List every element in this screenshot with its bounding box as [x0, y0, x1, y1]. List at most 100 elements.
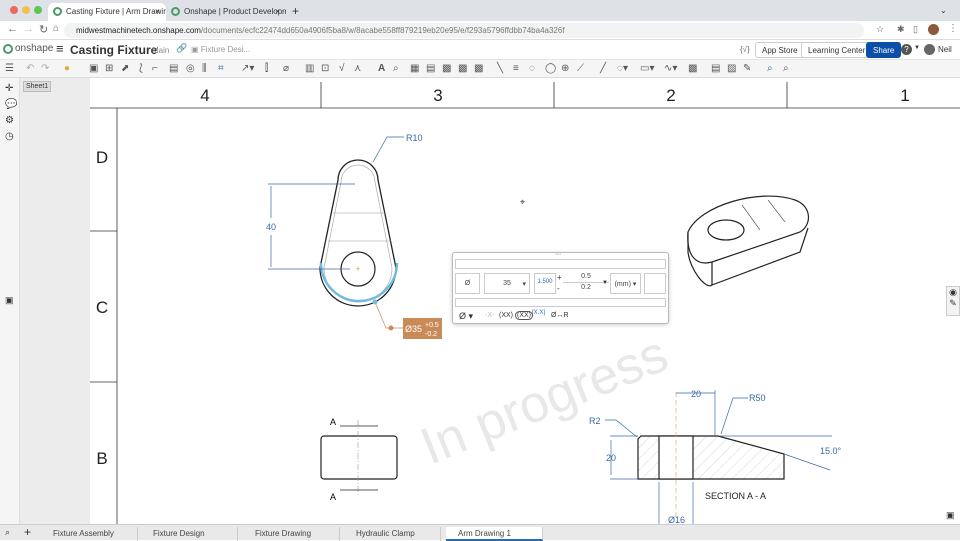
extensions-icon[interactable]: ✱	[897, 24, 905, 35]
table-icon[interactable]: ▦	[410, 63, 419, 74]
bolt-circle-icon[interactable]: ◌	[529, 63, 535, 74]
inspection-button[interactable]: (XX)	[515, 311, 533, 320]
bulb-icon[interactable]: ●	[64, 63, 70, 74]
redo-icon[interactable]: ↷	[41, 63, 49, 74]
tab-fixture-design[interactable]: Fixture Design	[141, 527, 238, 541]
diameter-dimension[interactable]: Ø35	[405, 324, 422, 334]
spline-icon[interactable]: ∿▾	[664, 63, 677, 74]
forward-icon[interactable]: →	[23, 23, 34, 35]
centerpoint-icon[interactable]: ◯	[545, 63, 556, 74]
close-window-button[interactable]	[10, 6, 18, 14]
centerline-icon[interactable]: ╲	[497, 63, 503, 74]
zoom-window-icon[interactable]: ⌕	[783, 63, 789, 74]
detail-view-icon[interactable]: ▤	[169, 63, 178, 74]
hole-callout-icon[interactable]: ⌀	[283, 63, 289, 74]
gtol-icon[interactable]: ⊡	[321, 63, 329, 74]
line-icon[interactable]: ╱	[600, 63, 606, 74]
tab-hydraulic-clamp[interactable]: Hydraulic Clamp	[344, 527, 441, 541]
share-button[interactable]: Share	[866, 42, 902, 58]
isometric-view[interactable]	[687, 195, 809, 287]
prefix-field[interactable]	[455, 259, 666, 269]
wrench-icon[interactable]: ✎	[949, 298, 957, 308]
add-center-icon[interactable]: ⊕	[561, 63, 569, 74]
close-tab-icon[interactable]: ×	[275, 7, 280, 16]
home-icon[interactable]: ⌂	[53, 23, 59, 34]
basic-dimension-button[interactable]: [X.X]	[532, 310, 545, 316]
front-view[interactable]	[320, 420, 398, 496]
onshape-logo[interactable]: onshape	[15, 43, 53, 54]
export-icon[interactable]: ▤	[711, 63, 720, 74]
bom-icon[interactable]: ▤	[426, 63, 435, 74]
dimension-icon[interactable]: ↗▾	[241, 63, 254, 74]
learning-center-button[interactable]: Learning Center	[801, 42, 873, 58]
revision-table-icon[interactable]: ▩	[458, 63, 467, 74]
units-select[interactable]: (mm) ▾	[610, 273, 641, 294]
chevron-down-icon[interactable]: ⌄	[940, 6, 947, 15]
center-mark-icon[interactable]: ≡	[513, 63, 519, 74]
symbol-field[interactable]: Ø	[455, 273, 480, 294]
profile-avatar[interactable]	[928, 24, 939, 35]
angle-dimension[interactable]: 15.0°	[820, 446, 842, 456]
pencil-icon[interactable]: ✎	[743, 63, 751, 74]
history-icon[interactable]: ◷	[5, 131, 14, 142]
insert-view-icon[interactable]: ▣	[89, 63, 98, 74]
cursor-icon[interactable]: ✛	[5, 83, 13, 94]
baseline-dimension-icon[interactable]: ⫿	[265, 63, 268, 74]
url-input[interactable]: midwestmachinetech.onshape.com/documents…	[64, 23, 864, 38]
general-table-icon[interactable]: ▩	[474, 63, 483, 74]
breadcrumb[interactable]: ▣ Fixture Desi...	[191, 45, 250, 54]
crop-view-icon[interactable]: ◎	[186, 63, 195, 74]
projected-view-icon[interactable]: ⊞	[105, 63, 113, 74]
note-field[interactable]	[455, 298, 666, 307]
configure-icon[interactable]: ⚙	[5, 115, 14, 126]
bookmark-star-icon[interactable]: ☆	[876, 24, 884, 35]
app-store-button[interactable]: App Store	[755, 42, 805, 58]
graphics-icon[interactable]: ▣	[5, 295, 14, 306]
maximize-window-button[interactable]	[34, 6, 42, 14]
comments-icon[interactable]: 💬	[5, 99, 17, 110]
branch-label[interactable]: Main	[152, 46, 169, 55]
view-icon[interactable]: ◉	[949, 287, 957, 297]
browser-menu-icon[interactable]: ⋮	[948, 23, 958, 34]
link-icon[interactable]: 🔗	[176, 43, 187, 54]
variables-icon[interactable]: {√}	[740, 45, 750, 54]
suffix-field[interactable]	[644, 273, 666, 294]
chevron-down-icon[interactable]: ▼	[914, 45, 920, 51]
feature-list-icon[interactable]: ☰	[5, 63, 14, 74]
length-dimension[interactable]: 40	[266, 222, 276, 232]
back-icon[interactable]: ←	[7, 23, 18, 35]
crop-icon[interactable]: ⌗	[218, 63, 224, 74]
diameter-dimension[interactable]: Ø16	[668, 515, 685, 524]
browser-tab-onshape[interactable]: Onshape | Product Developme ×	[166, 3, 286, 21]
hole-table-icon[interactable]: ▩	[442, 63, 451, 74]
view-tools-panel[interactable]: ◉ ✎	[946, 286, 960, 316]
chevron-down-icon[interactable]: ▼	[602, 280, 608, 286]
help-icon[interactable]: ?	[901, 44, 912, 55]
circle-icon[interactable]: ◌▾	[617, 63, 628, 74]
auxiliary-view-icon[interactable]: ⬈	[121, 63, 129, 74]
section-view-icon[interactable]: ⟅	[139, 63, 143, 74]
value-field[interactable]: 35 ▾	[484, 273, 530, 294]
width-dimension[interactable]: 20	[691, 389, 701, 399]
undo-icon[interactable]: ↶	[26, 63, 34, 74]
diameter-to-radius-button[interactable]: Ø↔R	[551, 312, 569, 319]
hatch-icon[interactable]: ▩	[688, 63, 697, 74]
tab-arm-drawing-1[interactable]: Arm Drawing 1	[446, 527, 543, 541]
rectangle-icon[interactable]: ▭▾	[640, 63, 654, 74]
new-tab-button[interactable]: +	[292, 4, 299, 18]
browser-tab-arm-drawing[interactable]: Casting Fixture | Arm Drawing ×	[48, 3, 166, 21]
radius-dimension[interactable]: R2	[589, 416, 601, 426]
weld-icon[interactable]: ⋏	[354, 63, 361, 74]
callout-icon[interactable]: ⌕	[393, 63, 399, 74]
note-icon[interactable]: ▥	[305, 63, 314, 74]
tab-manager-icon[interactable]: ⌕	[5, 527, 10, 538]
user-avatar[interactable]	[924, 44, 935, 55]
close-tab-icon[interactable]: ×	[155, 7, 160, 16]
menu-icon[interactable]: ≡	[56, 41, 64, 56]
image-icon[interactable]: ▨	[727, 63, 736, 74]
reload-icon[interactable]: ↻	[39, 23, 48, 36]
diameter-symbol-button[interactable]: Ø ▾	[459, 311, 473, 322]
broken-view-icon[interactable]: ⌐	[152, 63, 158, 74]
zoom-fit-icon[interactable]: ⌕	[767, 63, 773, 74]
user-name[interactable]: Neil	[938, 45, 952, 54]
